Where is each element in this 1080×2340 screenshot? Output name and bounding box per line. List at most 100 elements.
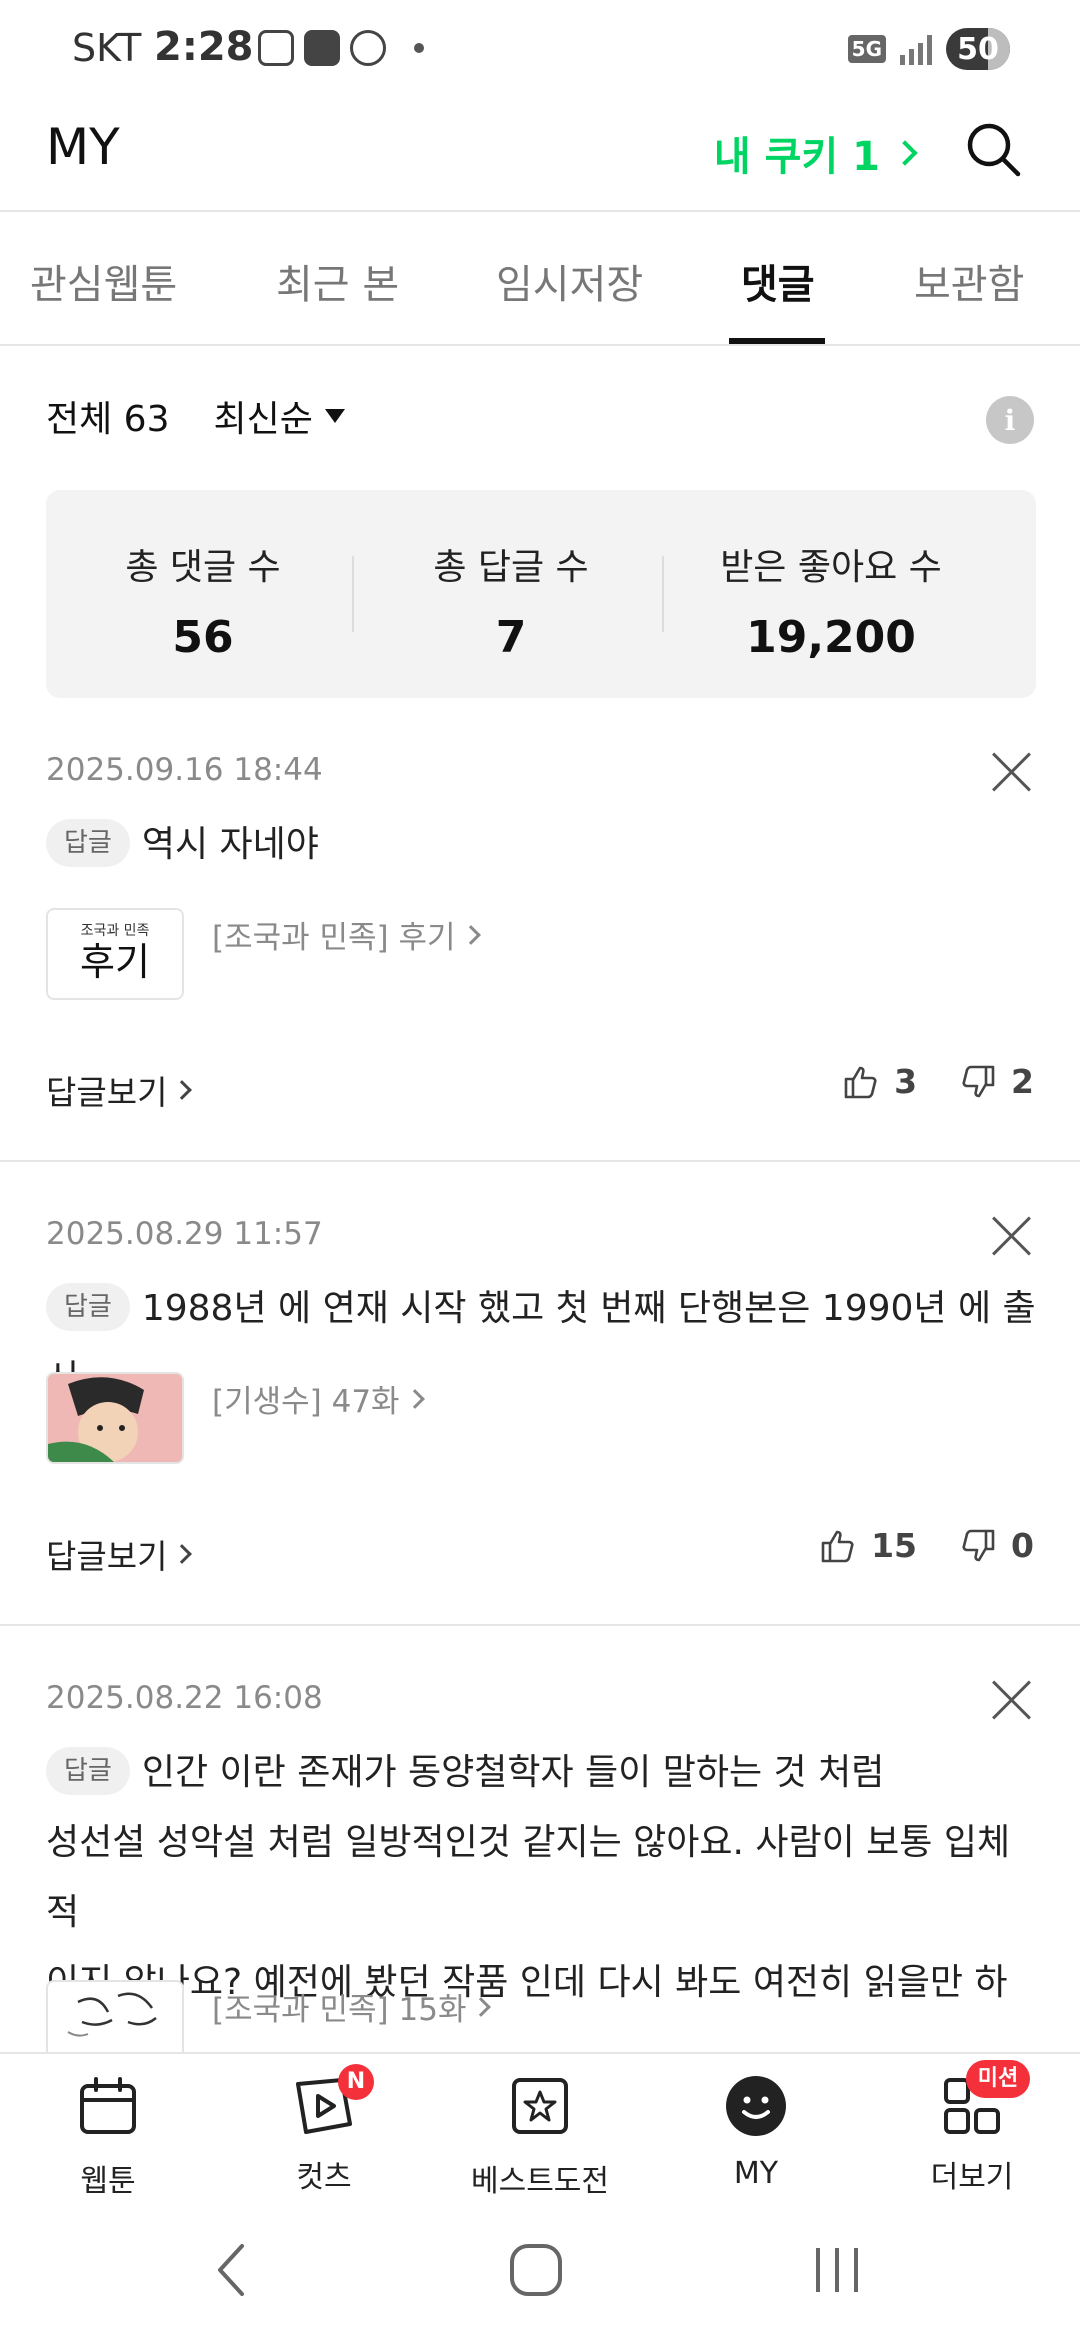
tab-favorite-webtoons[interactable]: 관심웹툰 [30,252,177,310]
network-5g-icon: 5G [847,35,886,63]
new-badge: N [338,2064,374,2100]
cookie-label: 내 쿠키 1 [713,134,880,180]
nav-my[interactable]: MY [676,2074,836,2191]
episode-link-label: [기생수] 47화 [212,1384,400,1420]
back-icon[interactable] [210,2240,250,2300]
webtoon-thumbnail[interactable] [46,1980,184,2052]
tab-bar: 관심웹툰 최근 본 임시저장 댓글 보관함 [0,212,1080,346]
tab-comments[interactable]: 댓글 [741,252,815,310]
thumbnail-big-text: 후기 [80,940,150,984]
thumbnail-small-text: 조국과 민족 [80,923,150,939]
stat-value: 19,200 [746,612,916,663]
thumbs-down-icon [962,1529,995,1561]
sort-dropdown[interactable]: 최신순 [214,390,345,442]
episode-link[interactable]: [조국과 민족] 15화 [212,1984,492,2029]
active-tab-indicator [729,338,825,344]
nav-label: 웹툰 [80,2164,136,2199]
comment-date: 2025.08.29 11:57 [46,1216,323,1252]
info-icon[interactable]: i [986,396,1034,444]
webtoon-thumbnail[interactable] [46,1372,184,1464]
view-replies-button[interactable]: 답글보기 [46,1530,193,1578]
comment-body-line: 인간 이란 존재가 동양철학자 들이 말하는 것 처럼 [141,1752,885,1793]
app-notification-icon [304,30,340,66]
reply-badge: 답글 [46,819,130,867]
view-replies-label: 답글보기 [46,1073,168,1112]
thumbs-up-icon [844,1066,877,1098]
battery-level: 50 [957,31,999,67]
mission-badge: 미션 [966,2060,1030,2098]
reply-badge: 답글 [46,1283,130,1331]
cookie-button[interactable]: 내 쿠키 1 [713,124,918,182]
app-header: MY 내 쿠키 1 [0,100,1080,212]
like-count: 3 [894,1062,918,1101]
delete-comment-close-icon[interactable] [992,1216,1032,1256]
stats-panel: 총 댓글 수 56 총 답글 수 7 받은 좋아요 수 19,200 [46,490,1036,698]
signal-icon [900,33,932,65]
delete-comment-close-icon[interactable] [992,1680,1032,1720]
comment-body: 역시 자네야 [141,824,319,865]
sort-label: 최신순 [213,399,313,440]
stat-label: 총 댓글 수 [125,547,281,588]
notification-icons [258,30,424,66]
clock: 2:28 [154,24,254,70]
recent-apps-icon[interactable] [812,2244,862,2296]
divider [0,1624,1080,1626]
like-count: 15 [871,1526,918,1565]
total-count: 전체 63 [46,399,170,440]
like-button[interactable]: 15 [819,1526,917,1565]
system-navigation-bar [0,2206,1080,2340]
tab-drafts[interactable]: 임시저장 [496,252,643,310]
thumbs-down-icon [962,1065,995,1097]
stat-received-likes: 받은 좋아요 수 19,200 [701,538,961,663]
nav-label: 더보기 [930,2160,1014,2195]
chevron-right-icon [892,140,918,166]
home-icon[interactable] [508,2242,564,2298]
episode-link[interactable]: [기생수] 47화 [212,1376,425,1421]
screenshot-icon [258,30,294,66]
dislike-count: 0 [1011,1526,1034,1565]
episode-link-label: [조국과 민족] 15화 [212,1992,467,2028]
stat-value: 7 [495,612,527,663]
search-icon[interactable] [964,120,1024,180]
star-icon [512,2078,568,2134]
nav-more[interactable]: 미션 더보기 [892,2060,1052,2196]
comment-body: 1988년 에 연재 시작 했고 첫 번째 단행본은 1990년 에 출시 [46,1288,1036,1399]
chevron-right-icon [460,924,481,945]
divider [662,556,664,632]
call-icon [350,30,386,66]
webtoon-thumbnail[interactable]: 조국과 민족 후기 [46,908,184,1000]
like-button[interactable]: 3 [842,1062,917,1101]
stat-value: 56 [172,612,234,663]
episode-link[interactable]: [조국과 민족] 후기 [212,912,481,957]
nav-label: 베스트도전 [471,2164,609,2199]
nav-label: 컷츠 [296,2160,352,2195]
smile-icon [726,2076,786,2136]
chevron-right-icon [404,1388,425,1409]
view-replies-button[interactable]: 답글보기 [46,1066,193,1114]
calendar-icon [80,2077,136,2134]
page-title: MY [46,118,120,176]
nav-cuts[interactable]: N 컷츠 [244,2064,404,2196]
dislike-button[interactable]: 0 [959,1526,1034,1565]
nav-webtoon[interactable]: 웹툰 [28,2074,188,2200]
grid-icon-wrap: 미션 [940,2060,1030,2138]
status-bar: SKT 2:28 5G 50 [0,0,1080,100]
vote-row: 15 0 [819,1526,1034,1565]
nav-best-challenge[interactable]: 베스트도전 [460,2074,620,2200]
tab-storage[interactable]: 보관함 [914,252,1024,310]
delete-comment-close-icon[interactable] [992,752,1032,792]
chevron-right-icon [471,1996,492,2017]
comment-body-line: 성선설 성악설 처럼 일방적인것 같지는 않아요. 사람이 보통 입체적 [46,1822,1011,1933]
chevron-right-icon [172,1080,193,1100]
chevron-right-icon [172,1544,193,1564]
comment-text: 답글 역시 자네야 [46,810,1040,880]
thumbnail-image [67,1992,157,2037]
dislike-button[interactable]: 2 [959,1062,1034,1101]
battery-icon: 50 [946,28,1010,70]
divider [352,556,354,632]
vote-row: 3 2 [842,1062,1034,1101]
stat-total-replies: 총 답글 수 7 [381,538,641,663]
divider [0,1160,1080,1162]
dislike-count: 2 [1011,1062,1034,1101]
tab-recent[interactable]: 최근 본 [276,252,399,310]
